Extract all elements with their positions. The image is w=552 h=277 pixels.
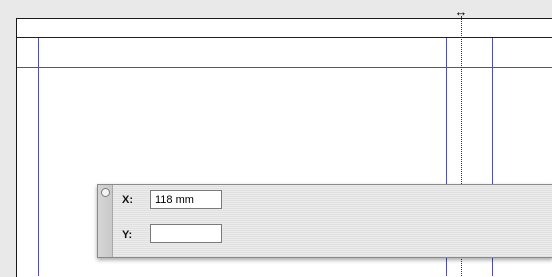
close-icon[interactable] — [101, 188, 110, 197]
transform-panel[interactable]: X: Y: — [97, 184, 552, 258]
y-label: Y: — [122, 229, 133, 241]
resize-horizontal-icon: ↔ — [454, 4, 468, 19]
x-label: X: — [122, 194, 133, 206]
panel-grip[interactable] — [98, 185, 113, 257]
y-position-field[interactable] — [150, 224, 222, 243]
left-margin-guide[interactable] — [38, 37, 39, 276]
top-margin-guide[interactable] — [17, 67, 552, 68]
x-position-field[interactable] — [150, 190, 222, 209]
margin-guide-top-edge[interactable] — [17, 37, 552, 38]
